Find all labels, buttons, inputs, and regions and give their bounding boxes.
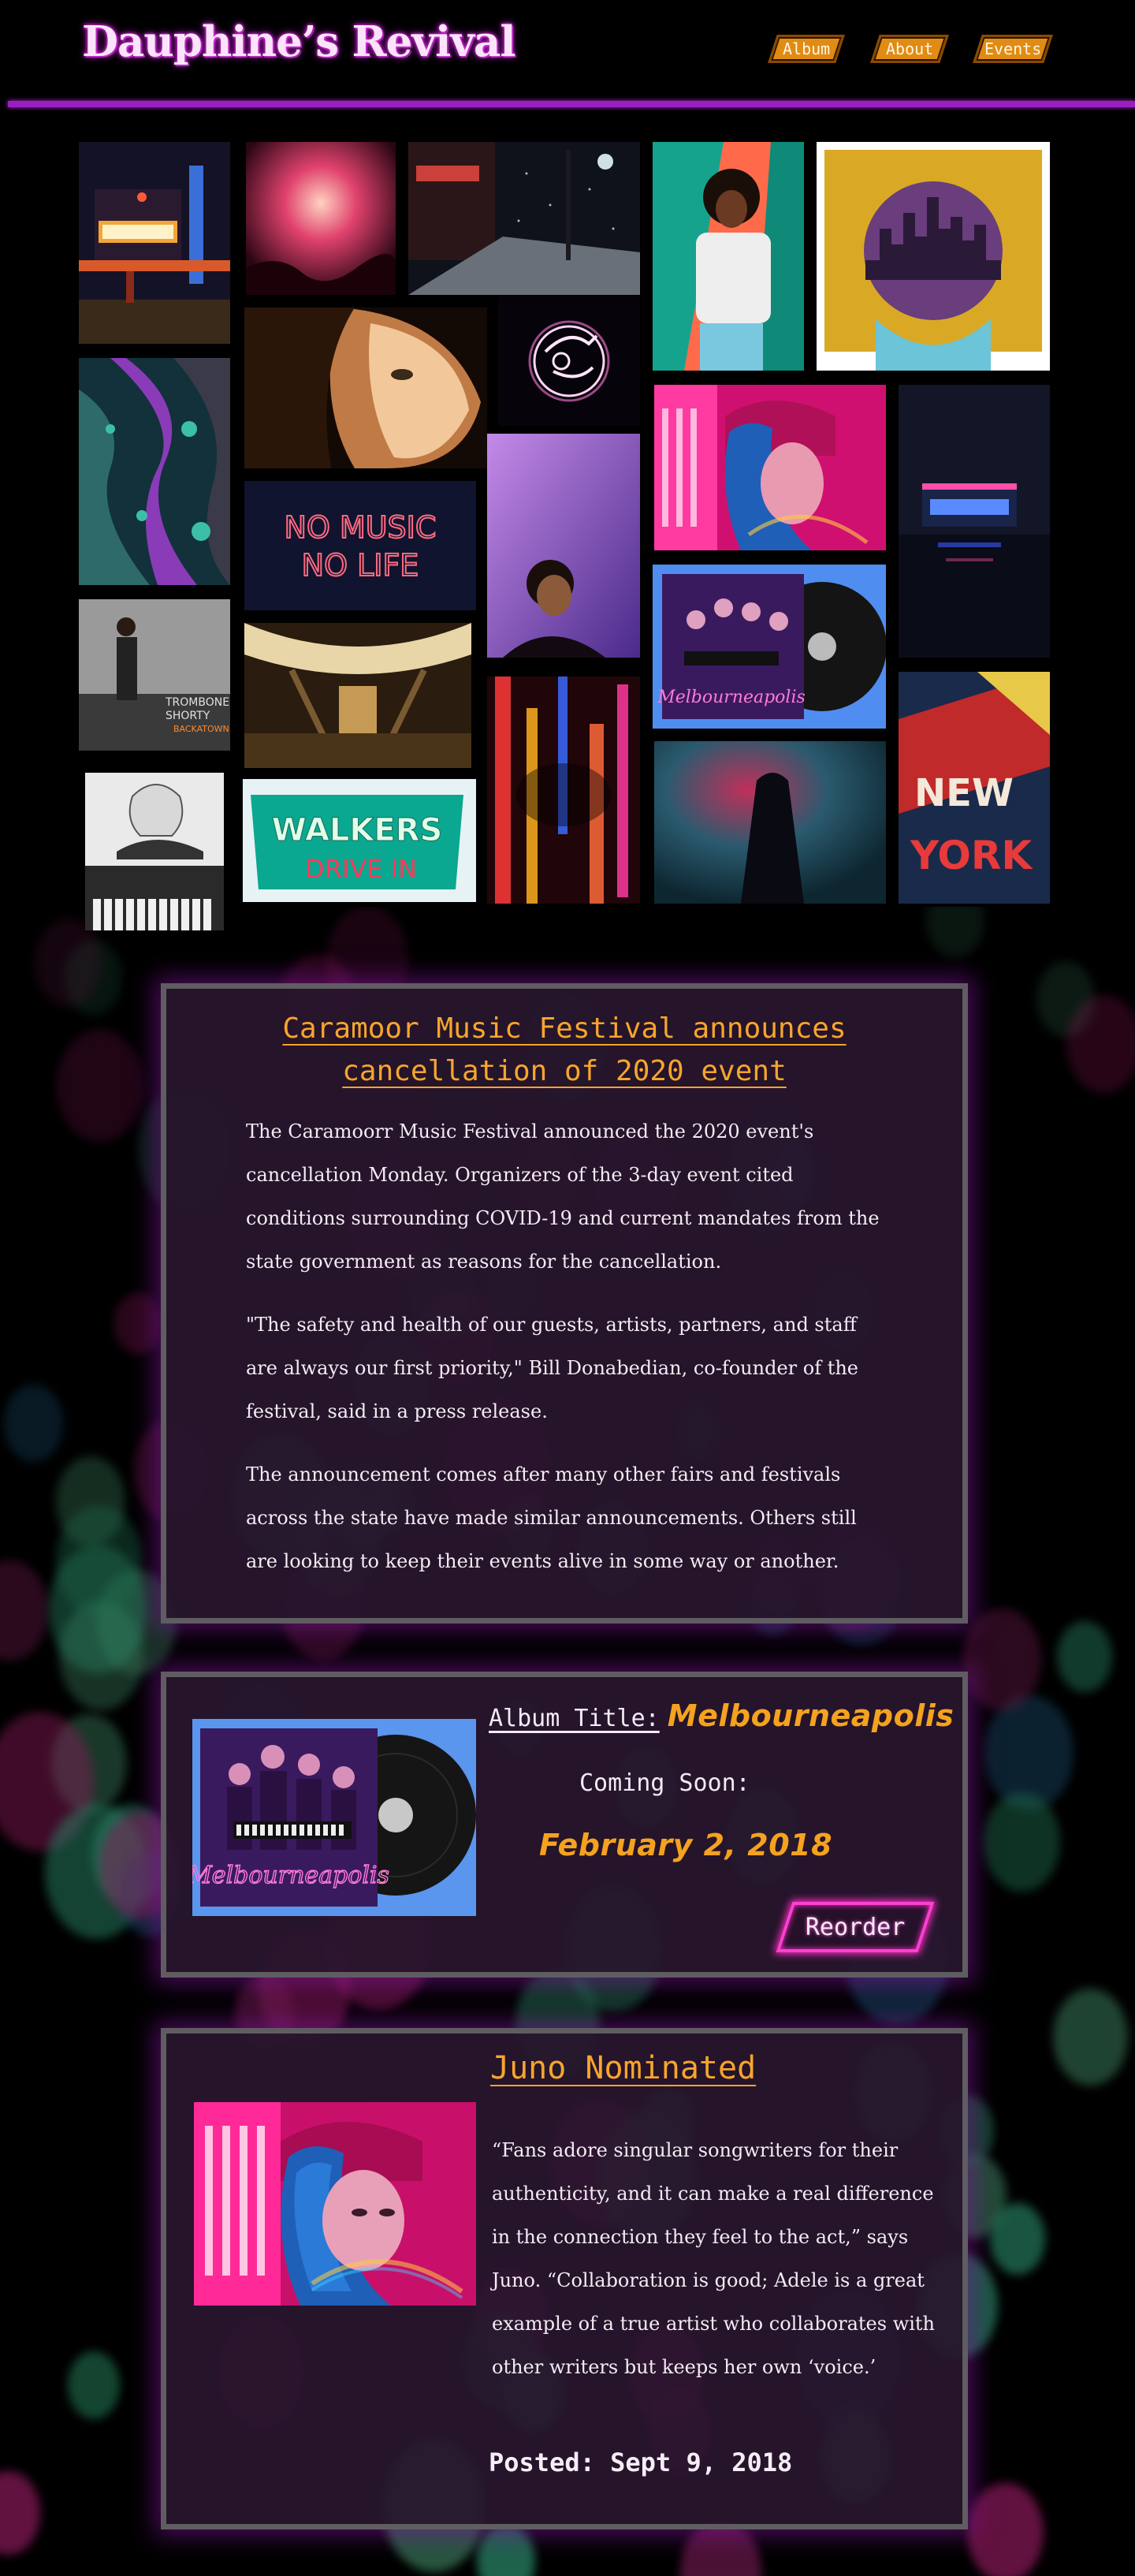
juno-photo[interactable] — [194, 2102, 476, 2306]
snowy-street-photo[interactable] — [408, 142, 640, 295]
hooded-figure-photo[interactable] — [654, 741, 886, 904]
bokeh-circle — [114, 1292, 163, 1355]
neon-no-life-text: NO LIFE — [302, 548, 419, 583]
neon-no-music-text: NO MUSIC — [285, 510, 437, 545]
shorty-label: SHORTY — [166, 710, 210, 722]
concert-crowd-photo[interactable] — [246, 142, 396, 295]
bokeh-circle — [0, 2471, 40, 2555]
news-paragraph-3: The announcement comes after many other … — [246, 1463, 857, 1572]
curly-hair-man-photo[interactable] — [653, 142, 804, 371]
news-paragraph-1: The Caramoorr Music Festival announced t… — [246, 1120, 880, 1273]
bokeh-circle — [1053, 1989, 1128, 2086]
reorder-label: Reorder — [805, 1913, 906, 1941]
bokeh-circle — [0, 1560, 49, 1661]
walkers-text: WALKERS — [272, 812, 443, 848]
release-date: February 2, 2018 — [539, 1828, 833, 1862]
juno-quote: “Fans adore singular songwriters for the… — [492, 2139, 936, 2378]
album-title-label: Album Title: — [489, 1705, 660, 1732]
bokeh-circle — [989, 2203, 1045, 2276]
trombone-shorty-album[interactable]: TROMBONE SHORTY BACKATOWN — [79, 599, 230, 751]
bokeh-circle — [55, 1505, 142, 1617]
nav-about-button[interactable]: About — [870, 35, 949, 63]
bokeh-circle — [984, 1792, 1060, 1892]
bokeh-circle — [4, 1385, 63, 1462]
site-title: Dauphine’s Revival — [82, 17, 516, 66]
city-album-art[interactable] — [817, 142, 1050, 371]
juno-title[interactable]: Juno Nominated — [490, 2050, 756, 2086]
trombone-label: TROMBONE — [165, 696, 229, 709]
bokeh-circle — [962, 1608, 1041, 1712]
blue-hair-woman-photo[interactable] — [654, 385, 886, 550]
melbourneapolis-album-tile[interactable]: Melbourneapolis — [653, 565, 886, 729]
drive-in-text: DRIVE IN — [305, 854, 417, 884]
theater-marquee-photo[interactable] — [79, 142, 230, 344]
bokeh-circle — [68, 2351, 121, 2420]
nav-about-label: About — [885, 39, 934, 58]
nav-events-button[interactable]: Events — [973, 35, 1053, 63]
neon-trumpet-sign[interactable] — [498, 296, 640, 426]
new-york-art[interactable]: NEW YORK — [899, 672, 1050, 904]
header-divider — [8, 101, 1135, 107]
album-title-row: Album Title: Melbourneapolis — [489, 1698, 954, 1733]
bokeh-circle — [926, 907, 984, 958]
fluid-art-photo[interactable] — [79, 358, 230, 585]
night-diner-photo[interactable] — [899, 385, 1050, 658]
cover-script-text: Melbourneapolis — [192, 1862, 389, 1889]
bokeh-circle — [1057, 1620, 1113, 1693]
york-text: YORK — [910, 833, 1033, 878]
man-looking-up-photo[interactable] — [487, 434, 640, 658]
city-lights-blur-photo[interactable] — [487, 677, 640, 904]
pianist-photo[interactable] — [85, 773, 224, 930]
bokeh-circle — [1066, 995, 1135, 1093]
album-cover[interactable]: Melbourneapolis — [186, 1719, 476, 1916]
no-music-no-life-neon[interactable]: NO MUSIC NO LIFE — [244, 481, 476, 610]
nav-album-label: Album — [782, 39, 831, 58]
news-paragraph-2: "The safety and health of our guests, ar… — [246, 1314, 859, 1422]
news-title[interactable]: Caramoor Music Festival announces cancel… — [213, 1008, 916, 1093]
library-hall-photo[interactable] — [244, 623, 471, 768]
coming-soon-label: Coming Soon: — [579, 1769, 750, 1797]
backatown-label: BACKATOWN — [173, 724, 229, 734]
new-text: NEW — [914, 771, 1014, 815]
walkers-drive-in-sign[interactable]: WALKERS DRIVE IN — [243, 779, 476, 902]
reorder-button[interactable]: Reorder — [776, 1902, 935, 1952]
bokeh-circle — [57, 1029, 143, 1143]
tile-album-script: Melbourneapolis — [657, 688, 806, 707]
bokeh-circle — [967, 2482, 1044, 2576]
nav-events-label: Events — [984, 39, 1042, 58]
bokeh-circle — [476, 2522, 535, 2576]
nav-album-button[interactable]: Album — [768, 35, 845, 63]
woman-face-photo[interactable] — [244, 308, 487, 468]
juno-posted-date: Posted: Sept 9, 2018 — [489, 2447, 793, 2477]
album-title-value: Melbourneapolis — [667, 1698, 955, 1733]
bokeh-circle — [35, 919, 103, 1008]
